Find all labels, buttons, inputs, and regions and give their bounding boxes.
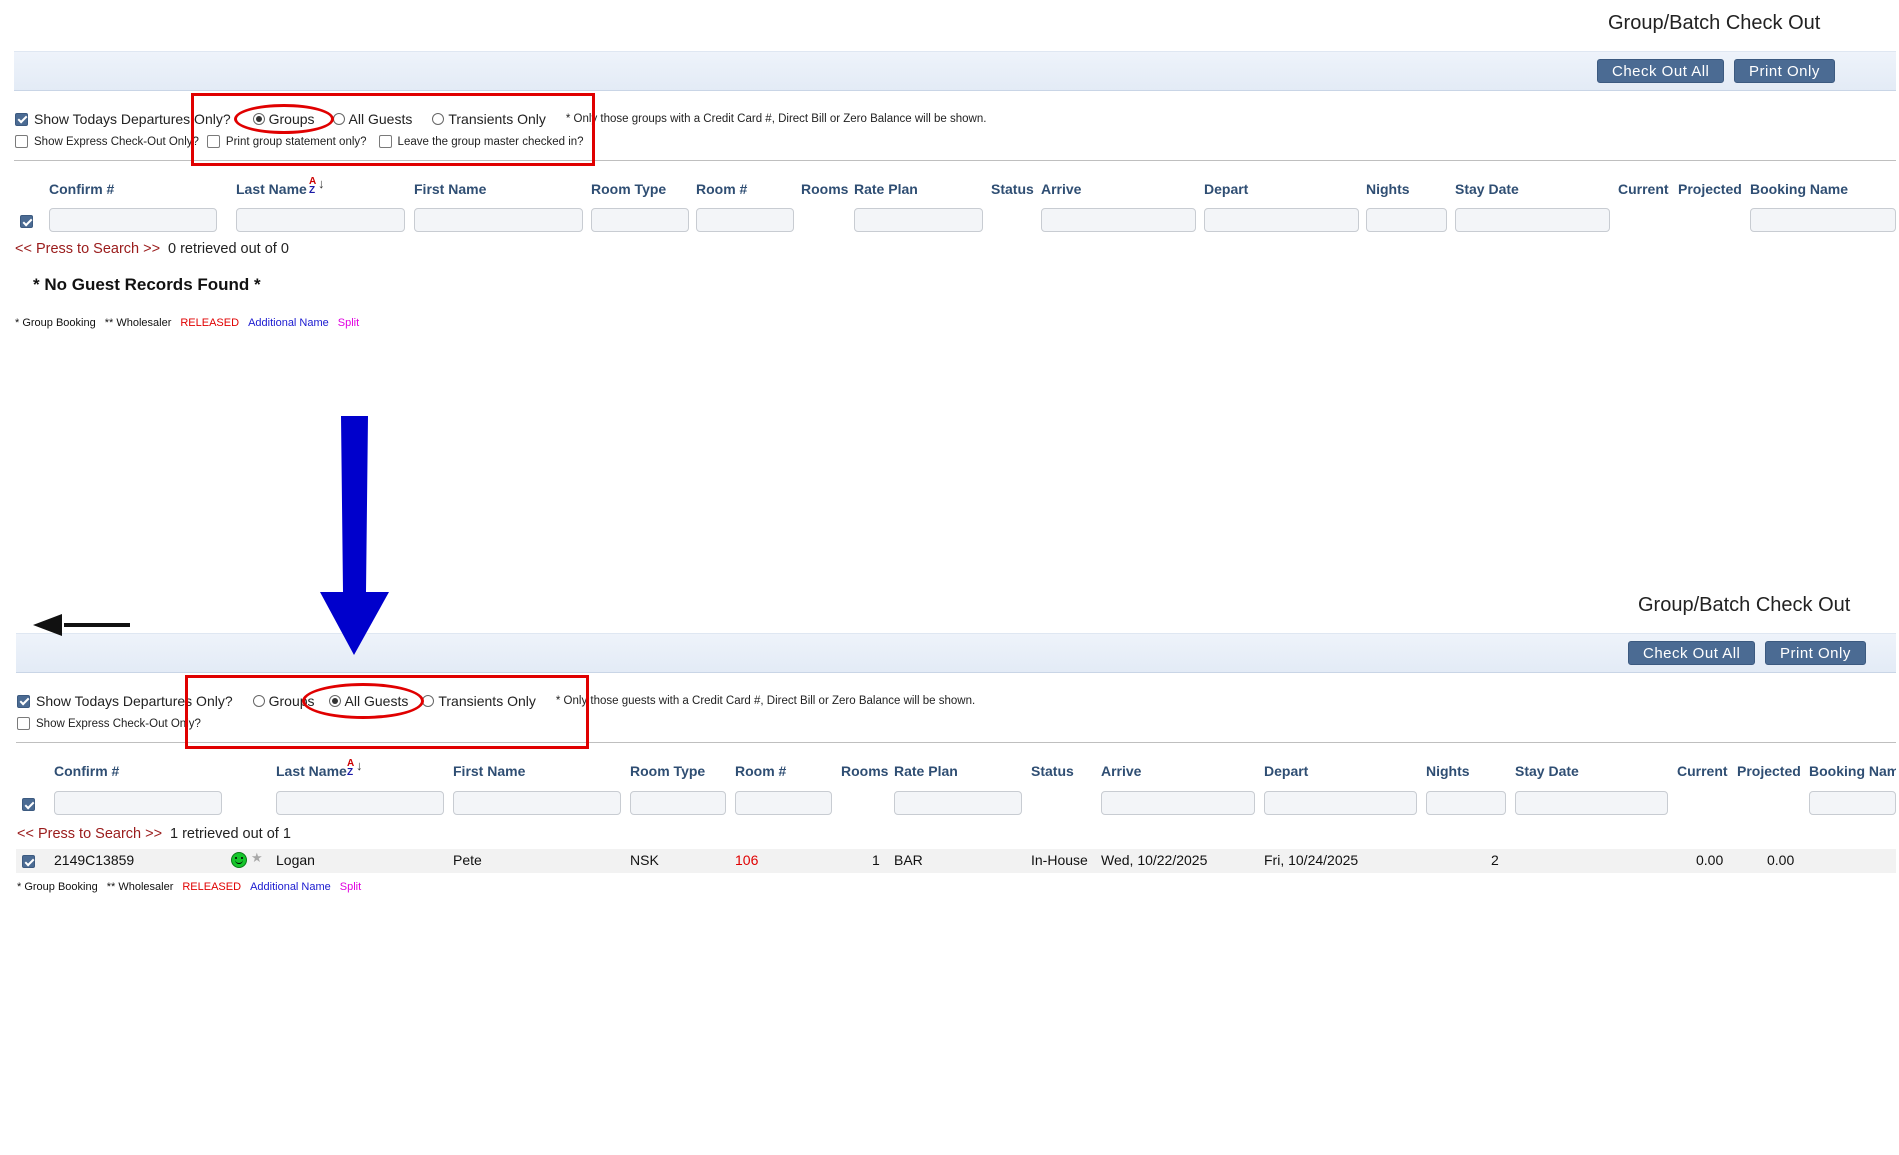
left-arrow-icon (33, 614, 62, 636)
annotation-overlay (33, 416, 389, 655)
down-arrow-icon (320, 416, 389, 655)
